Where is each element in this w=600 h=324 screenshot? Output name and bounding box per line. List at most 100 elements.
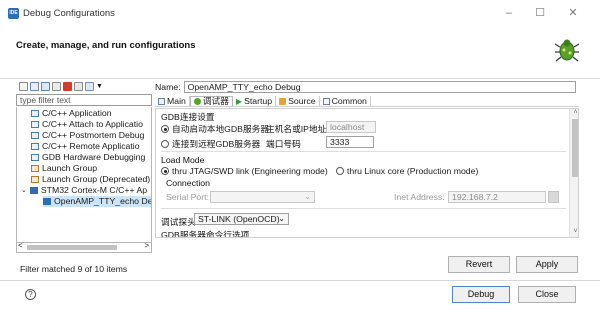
- footer-separator: [0, 280, 600, 281]
- radio-remote-gdb[interactable]: 连接到远程GDB服务器: [161, 137, 260, 150]
- debugger-tab-icon: [193, 98, 201, 105]
- group-divider: [161, 151, 566, 152]
- scroll-up-icon[interactable]: ˄: [570, 109, 578, 116]
- maximize-button[interactable]: ☐: [527, 4, 553, 22]
- tree-item-stm32[interactable]: ⌄ STM32 Cortex-M C/C++ Ap: [21, 185, 147, 196]
- name-label: Name:: [155, 82, 181, 92]
- help-icon[interactable]: ?: [25, 289, 36, 300]
- tree-item-label: Launch Group (Deprecated): [42, 174, 151, 184]
- launch-group-icon: [31, 165, 39, 172]
- tree-item-label: C/C++ Postmortem Debug: [42, 130, 145, 140]
- config-type-icon: [31, 121, 39, 128]
- app-logo-icon: IDE: [8, 8, 19, 19]
- tab-main[interactable]: Main: [155, 96, 190, 106]
- serial-port-label: Serial Port:: [166, 192, 209, 202]
- export-icon[interactable]: [41, 82, 50, 91]
- radio-unselected-icon[interactable]: [336, 167, 344, 175]
- new-config-icon[interactable]: [19, 82, 28, 91]
- scrollbar-thumb[interactable]: [27, 245, 117, 250]
- tree-item-label: C/C++ Application: [42, 108, 112, 118]
- tab-source[interactable]: Source: [276, 96, 320, 106]
- load-mode-heading: Load Mode: [161, 155, 205, 165]
- common-tab-icon: [322, 97, 330, 105]
- close-button[interactable]: Close: [518, 286, 576, 303]
- filter-icon[interactable]: [85, 82, 94, 91]
- tree-item-launch-group-deprecated[interactable]: Launch Group (Deprecated): [31, 174, 150, 185]
- tab-label: Source: [288, 95, 316, 106]
- scroll-right-icon[interactable]: >: [144, 241, 149, 250]
- minimize-button[interactable]: –: [496, 4, 522, 22]
- radio-label: 连接到远程GDB服务器: [172, 139, 261, 149]
- serial-port-select[interactable]: ⌄: [210, 191, 315, 203]
- radio-linux-core[interactable]: thru Linux core (Production mode): [336, 166, 478, 176]
- view-menu-chevron-icon[interactable]: ▼: [96, 83, 103, 90]
- dialog-description: Create, manage, and run configurations: [16, 40, 196, 51]
- debug-probe-select[interactable]: ST-LINK (OpenOCD) ⌄: [194, 213, 289, 225]
- radio-unselected-icon[interactable]: [161, 139, 169, 148]
- tree-item-label: OpenAMP_TTY_echo Del: [54, 196, 152, 206]
- tree-item-postmortem[interactable]: C/C++ Postmortem Debug: [31, 130, 144, 141]
- inet-browse-button[interactable]: [548, 191, 559, 203]
- header-separator: [0, 78, 600, 79]
- port-input[interactable]: 3333: [326, 136, 374, 148]
- dropdown-chevron-icon: ⌄: [304, 192, 311, 201]
- gdb-server-options-heading: GDB服务器命令行选项: [161, 230, 250, 238]
- scrollbar-thumb[interactable]: [572, 119, 578, 177]
- apply-button[interactable]: Apply: [516, 256, 578, 273]
- tree-item-gdb-hardware[interactable]: GDB Hardware Debugging: [31, 152, 145, 163]
- group-divider: [161, 208, 566, 209]
- tab-debugger[interactable]: 调试器: [189, 96, 233, 106]
- name-row: Name: OpenAMP_TTY_echo Debug: [155, 81, 576, 93]
- filter-input[interactable]: type filter text: [16, 94, 152, 106]
- config-type-icon: [31, 154, 39, 161]
- radio-selected-icon[interactable]: [161, 124, 169, 133]
- tab-startup[interactable]: ▶ Startup: [233, 95, 277, 106]
- tab-label: Startup: [244, 95, 273, 106]
- radio-selected-icon[interactable]: [161, 167, 169, 175]
- config-tabs: Main 调试器 ▶ Startup Source Common: [155, 96, 579, 107]
- tree-item-openamp-debug[interactable]: OpenAMP_TTY_echo Del: [43, 196, 152, 207]
- tree-item-cpp-application[interactable]: C/C++ Application: [31, 108, 112, 119]
- tree-item-launch-group[interactable]: Launch Group: [31, 163, 97, 174]
- tab-label: Common: [331, 95, 367, 106]
- duplicate-icon[interactable]: [52, 82, 61, 91]
- scroll-left-icon[interactable]: <: [18, 241, 23, 250]
- dialog-header: Create, manage, and run configurations: [0, 26, 600, 78]
- tab-label: 调试器: [202, 96, 229, 106]
- delete-icon[interactable]: [63, 82, 72, 91]
- port-label: 端口号码: [266, 139, 301, 149]
- host-input[interactable]: localhost: [326, 121, 376, 133]
- new-prototype-icon[interactable]: [30, 82, 39, 91]
- tree-item-remote[interactable]: C/C++ Remote Applicatio: [31, 141, 140, 152]
- radio-jtag[interactable]: thru JTAG/SWD link (Engineering mode): [161, 166, 328, 176]
- debug-button[interactable]: Debug: [452, 286, 510, 303]
- radio-label: thru JTAG/SWD link (Engineering mode): [172, 166, 328, 176]
- tree-item-label: Launch Group: [42, 163, 98, 173]
- config-tree: C/C++ Application C/C++ Attach to Applic…: [16, 107, 152, 243]
- collapse-all-icon[interactable]: [74, 82, 83, 91]
- config-type-icon: [31, 110, 39, 117]
- radio-local-gdb[interactable]: 自动启动本地GDB服务器: [161, 122, 269, 135]
- window-title: Debug Configurations: [23, 8, 115, 19]
- connection-heading: Connection: [166, 178, 210, 188]
- scroll-down-icon[interactable]: ˅: [570, 228, 578, 235]
- source-tab-icon: [279, 97, 287, 105]
- config-toolbar: ▼: [16, 80, 152, 93]
- inet-address-label: Inet Address:: [394, 192, 445, 202]
- tree-item-label: C/C++ Attach to Applicatio: [42, 119, 143, 129]
- close-window-button[interactable]: ✕: [560, 4, 586, 22]
- inet-address-input[interactable]: 192.168.7.2: [448, 191, 546, 203]
- tree-item-label: GDB Hardware Debugging: [42, 152, 146, 162]
- name-input[interactable]: OpenAMP_TTY_echo Debug: [183, 81, 576, 93]
- debugger-settings: GDB连接设置 自动启动本地GDB服务器 主机名或IP地址 localhost …: [155, 108, 579, 238]
- tab-common[interactable]: Common: [320, 96, 371, 106]
- dropdown-chevron-icon: ⌄: [278, 214, 285, 223]
- expand-chevron-icon[interactable]: ⌄: [21, 185, 27, 196]
- tree-horizontal-scrollbar[interactable]: < >: [16, 241, 152, 253]
- settings-vertical-scrollbar[interactable]: ˄ ˅: [569, 109, 578, 237]
- host-label: 主机名或IP地址: [266, 124, 327, 134]
- tree-item-attach[interactable]: C/C++ Attach to Applicatio: [31, 119, 143, 130]
- debug-probe-value: ST-LINK (OpenOCD): [198, 214, 280, 224]
- revert-button[interactable]: Revert: [448, 256, 510, 273]
- configuration-editor: Name: OpenAMP_TTY_echo Debug Main 调试器 ▶ S…: [155, 80, 581, 278]
